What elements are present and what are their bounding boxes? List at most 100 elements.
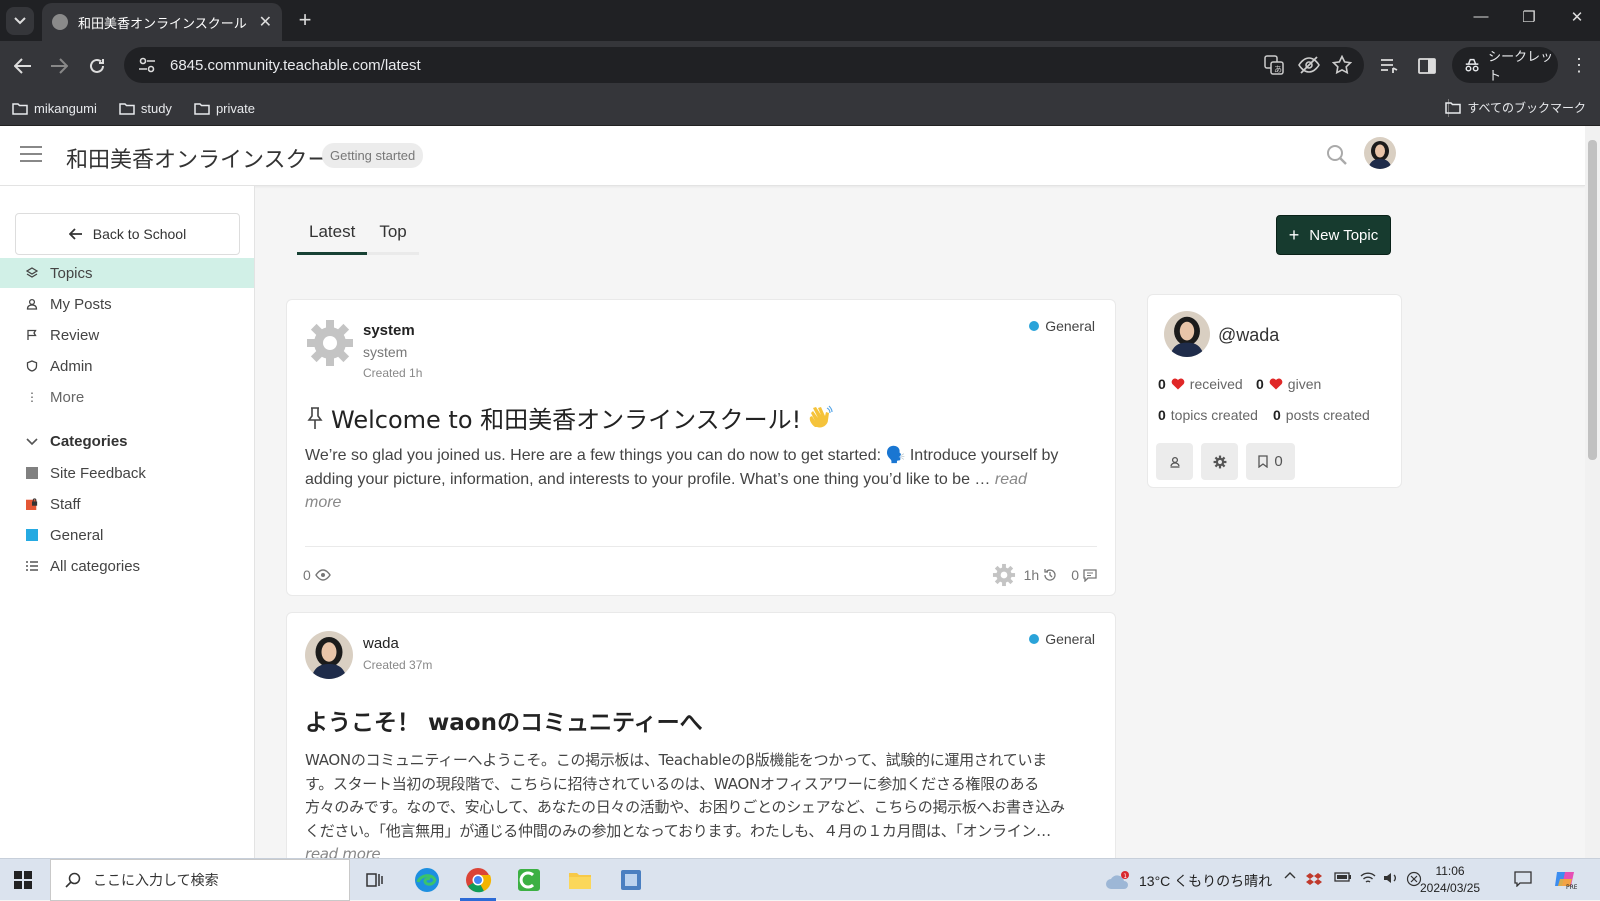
- browser-tab[interactable]: 和田美香オンラインスクール ✕: [42, 3, 282, 41]
- site-title[interactable]: 和田美香オンラインスクール: [66, 142, 352, 174]
- reload-button[interactable]: [86, 55, 108, 77]
- browser-menu-icon[interactable]: ⋮: [1570, 55, 1588, 76]
- chrome-browser-icon[interactable]: [464, 866, 492, 894]
- minimize-button[interactable]: —: [1466, 8, 1496, 25]
- topic-card[interactable]: system system Created 1h General Welcome…: [286, 299, 1116, 596]
- hamburger-menu-icon[interactable]: [20, 146, 42, 164]
- taskbar-search-placeholder: ここに入力して検索: [93, 872, 219, 888]
- search-icon[interactable]: [1326, 144, 1348, 166]
- eye-off-icon[interactable]: [1298, 55, 1320, 75]
- profile-avatar[interactable]: [1164, 311, 1210, 357]
- back-to-school-button[interactable]: Back to School: [15, 213, 240, 255]
- post-created: Created 1h: [363, 366, 423, 380]
- edge-browser-icon[interactable]: [413, 866, 441, 894]
- profile-handle[interactable]: @wada: [1218, 325, 1279, 346]
- bookmarks-bar: mikangumi study private すべてのブックマーク: [0, 91, 1600, 126]
- list-icon: [26, 561, 38, 571]
- category-badge-label: General: [1045, 631, 1095, 647]
- restore-button[interactable]: ❐: [1514, 8, 1544, 26]
- app-icon[interactable]: [617, 866, 645, 894]
- star-icon[interactable]: [1332, 55, 1352, 75]
- post-title[interactable]: ようこそ！ waonのコミュニティーへ: [305, 703, 703, 737]
- bookmark-folder[interactable]: study: [119, 101, 172, 116]
- camtasia-icon[interactable]: [515, 866, 543, 894]
- back-button[interactable]: [12, 55, 34, 77]
- profile-button[interactable]: [1156, 443, 1193, 480]
- notifications-icon[interactable]: [1514, 871, 1532, 887]
- arrow-right-icon: [51, 58, 68, 74]
- close-tab-icon[interactable]: ✕: [259, 12, 272, 32]
- sidebar: Back to School Topics My Posts Review Ad…: [0, 186, 255, 858]
- user-avatar[interactable]: [1364, 137, 1396, 169]
- page-scrollbar[interactable]: [1585, 126, 1600, 858]
- chevron-up-icon[interactable]: [1284, 871, 1296, 879]
- sidebar-item-more[interactable]: ⋮ More: [0, 382, 254, 412]
- windows-start-icon[interactable]: [14, 871, 32, 889]
- omnibox[interactable]: 6845.community.teachable.com/latest あ: [124, 47, 1364, 83]
- category-badge[interactable]: General: [1029, 318, 1095, 334]
- incognito-indicator[interactable]: シークレット: [1452, 47, 1558, 83]
- dropbox-icon[interactable]: [1306, 871, 1322, 887]
- bookmarks-button[interactable]: 0: [1246, 443, 1295, 480]
- side-panel-icon[interactable]: [1416, 55, 1438, 77]
- topic-card[interactable]: wada Created 37m General ようこそ！ waonのコミュニ…: [286, 612, 1116, 858]
- pin-icon: [307, 406, 323, 429]
- sidebar-item-review[interactable]: Review: [0, 320, 254, 350]
- scrollbar-thumb[interactable]: [1588, 140, 1597, 460]
- translate-icon[interactable]: あ: [1264, 55, 1284, 75]
- post-title[interactable]: Welcome to 和田美香オンラインスクール!: [305, 400, 833, 435]
- site-header: 和田美香オンラインスクール Getting started: [0, 126, 1585, 186]
- category-color-swatch: [26, 529, 38, 541]
- sidebar-item-topics[interactable]: Topics: [0, 258, 254, 288]
- taskbar-search-input[interactable]: ここに入力して検索: [50, 859, 350, 901]
- chevron-down-icon: [26, 437, 38, 445]
- tab-top[interactable]: Top: [367, 216, 419, 255]
- post-created: Created 37m: [363, 658, 433, 672]
- post-divider: [305, 546, 1097, 547]
- task-view-icon[interactable]: [361, 866, 389, 894]
- getting-started-badge[interactable]: Getting started: [322, 143, 424, 168]
- sidebar-category-staff[interactable]: Staff: [0, 489, 254, 519]
- post-author[interactable]: system: [363, 322, 415, 339]
- preferences-button[interactable]: [1201, 443, 1238, 480]
- new-topic-button[interactable]: + New Topic: [1276, 215, 1391, 255]
- likes-received-count: 0: [1158, 376, 1166, 392]
- sidebar-item-my-posts[interactable]: My Posts: [0, 289, 254, 319]
- categories-heading[interactable]: Categories: [26, 433, 128, 450]
- sidebar-item-admin[interactable]: Admin: [0, 351, 254, 381]
- flag-icon: [26, 329, 38, 341]
- copilot-icon[interactable]: PRE: [1553, 868, 1577, 890]
- volume-icon[interactable]: [1383, 871, 1399, 885]
- likes-received-label: received: [1189, 376, 1243, 392]
- forward-button[interactable]: [48, 55, 70, 77]
- close-window-button[interactable]: ✕: [1562, 8, 1592, 26]
- battery-icon[interactable]: [1334, 871, 1352, 883]
- post-title-text: Welcome to 和田美香オンラインスクール!: [331, 406, 802, 434]
- tab-latest[interactable]: Latest: [297, 216, 368, 255]
- post-author[interactable]: wada: [363, 635, 399, 652]
- category-dot: [1029, 634, 1040, 644]
- system-clock[interactable]: 11:06 2024/03/25: [1420, 863, 1480, 897]
- reading-list-icon[interactable]: [1378, 55, 1400, 77]
- category-label: Staff: [50, 495, 81, 513]
- bookmark-folder[interactable]: mikangumi: [12, 101, 97, 116]
- topics-created-count: 0: [1158, 407, 1166, 423]
- browser-tab-bar: 和田美香オンラインスクール ✕ + — ❐ ✕: [0, 0, 1600, 41]
- read-more-link[interactable]: read more: [305, 845, 381, 858]
- bookmark-folder[interactable]: private: [194, 101, 255, 116]
- new-tab-button[interactable]: +: [292, 8, 318, 32]
- category-badge[interactable]: General: [1029, 631, 1095, 647]
- author-avatar[interactable]: [305, 631, 353, 679]
- sidebar-category-site-feedback[interactable]: Site Feedback: [0, 458, 254, 488]
- all-bookmarks-button[interactable]: すべてのブックマーク: [1445, 99, 1586, 116]
- file-explorer-icon[interactable]: [566, 866, 594, 894]
- sidebar-category-general[interactable]: General: [0, 520, 254, 550]
- wifi-icon[interactable]: [1360, 871, 1376, 885]
- search-icon: [65, 872, 81, 888]
- tab-search-button[interactable]: [6, 7, 34, 35]
- weather-widget[interactable]: 1 13°C くもりのち晴れ: [1105, 871, 1272, 891]
- post-username: system: [363, 344, 408, 360]
- site-info-icon[interactable]: [138, 57, 156, 73]
- sidebar-category-all[interactable]: All categories: [0, 551, 254, 581]
- heart-icon: [1269, 378, 1283, 390]
